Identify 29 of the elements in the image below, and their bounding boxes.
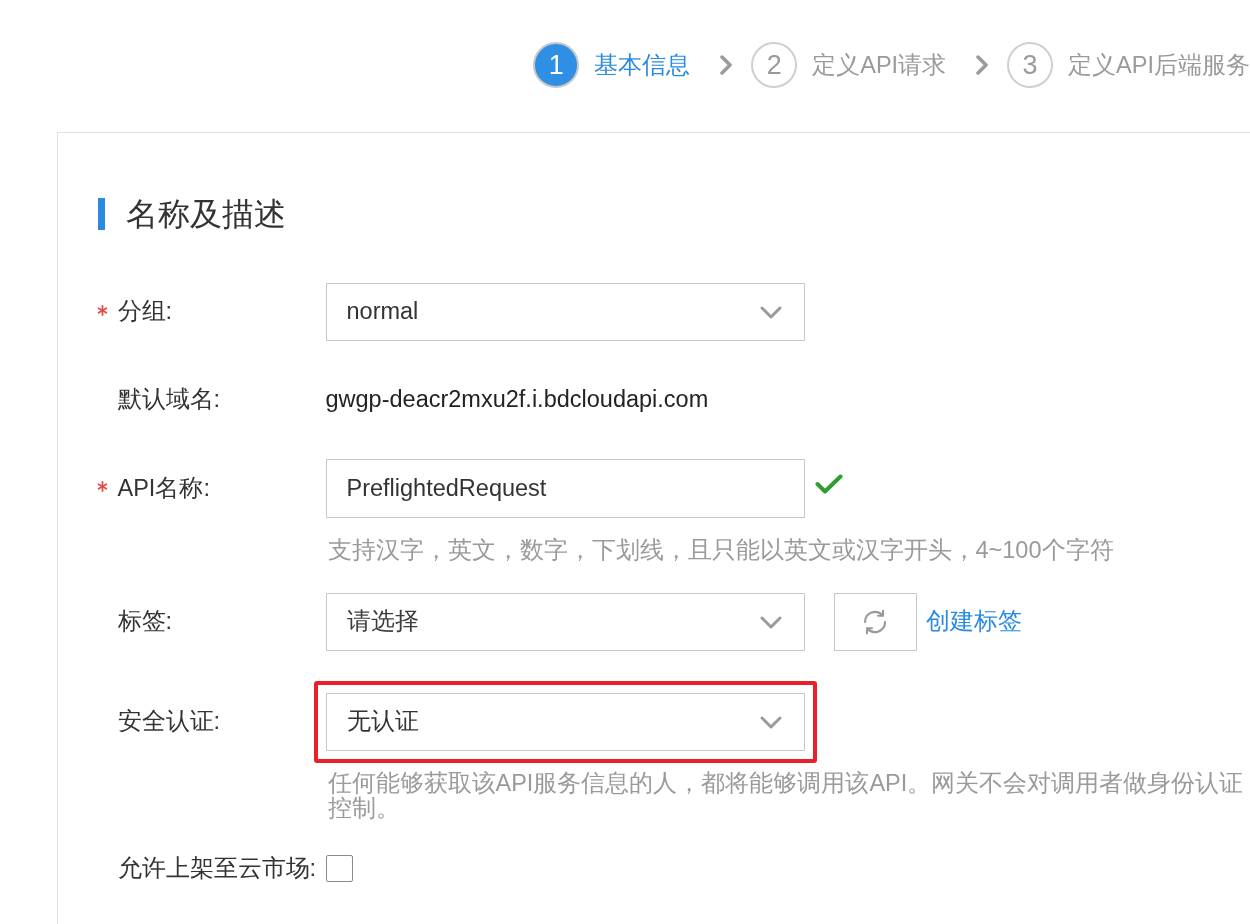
- field-label: 默认域名:: [117, 385, 221, 415]
- checkbox[interactable]: [325, 855, 353, 883]
- step-label: 基本信息: [594, 50, 691, 80]
- hint-text: 支持汉字，英文，数字，下划线，且只能以英文或汉字开头，4~100个字符: [327, 538, 1114, 563]
- text-link[interactable]: 创建标签: [925, 604, 1022, 640]
- section-title: 名称及描述: [125, 198, 286, 230]
- text-input[interactable]: PreflightedRequest: [325, 459, 805, 518]
- chevron-down-icon: [759, 715, 782, 729]
- dropdown-field[interactable]: normal: [325, 283, 805, 341]
- chevron-right-icon: [976, 55, 989, 75]
- field-label: 标签:: [117, 607, 173, 637]
- field-label: API名称:: [117, 473, 210, 503]
- chevron-down-icon: [759, 615, 782, 629]
- refresh-button[interactable]: [833, 593, 917, 651]
- field-label: 分组:: [117, 297, 173, 327]
- chevron-right-icon: [720, 55, 733, 75]
- step-number: 3: [1007, 42, 1054, 88]
- dropdown-field[interactable]: 无认证: [325, 693, 805, 751]
- field-label: 安全认证:: [117, 707, 221, 737]
- step-label: 定义API请求: [812, 50, 947, 80]
- field-value: gwgp-deacr2mxu2f.i.bdcloudapi.com: [325, 385, 709, 415]
- chevron-down-icon: [759, 305, 782, 319]
- section-marker-icon: [97, 198, 105, 230]
- step-number: 2: [751, 42, 798, 88]
- step-number: 1: [533, 42, 580, 88]
- step-label: 定义API后端服务: [1068, 50, 1250, 80]
- field-label: 允许上架至云市场:: [117, 854, 317, 883]
- dropdown-field[interactable]: 请选择: [325, 593, 805, 651]
- hint-text: 任何能够获取该API服务信息的人，都将能够调用该API。网关不会对调用者做身份认证 控制。: [327, 771, 1244, 821]
